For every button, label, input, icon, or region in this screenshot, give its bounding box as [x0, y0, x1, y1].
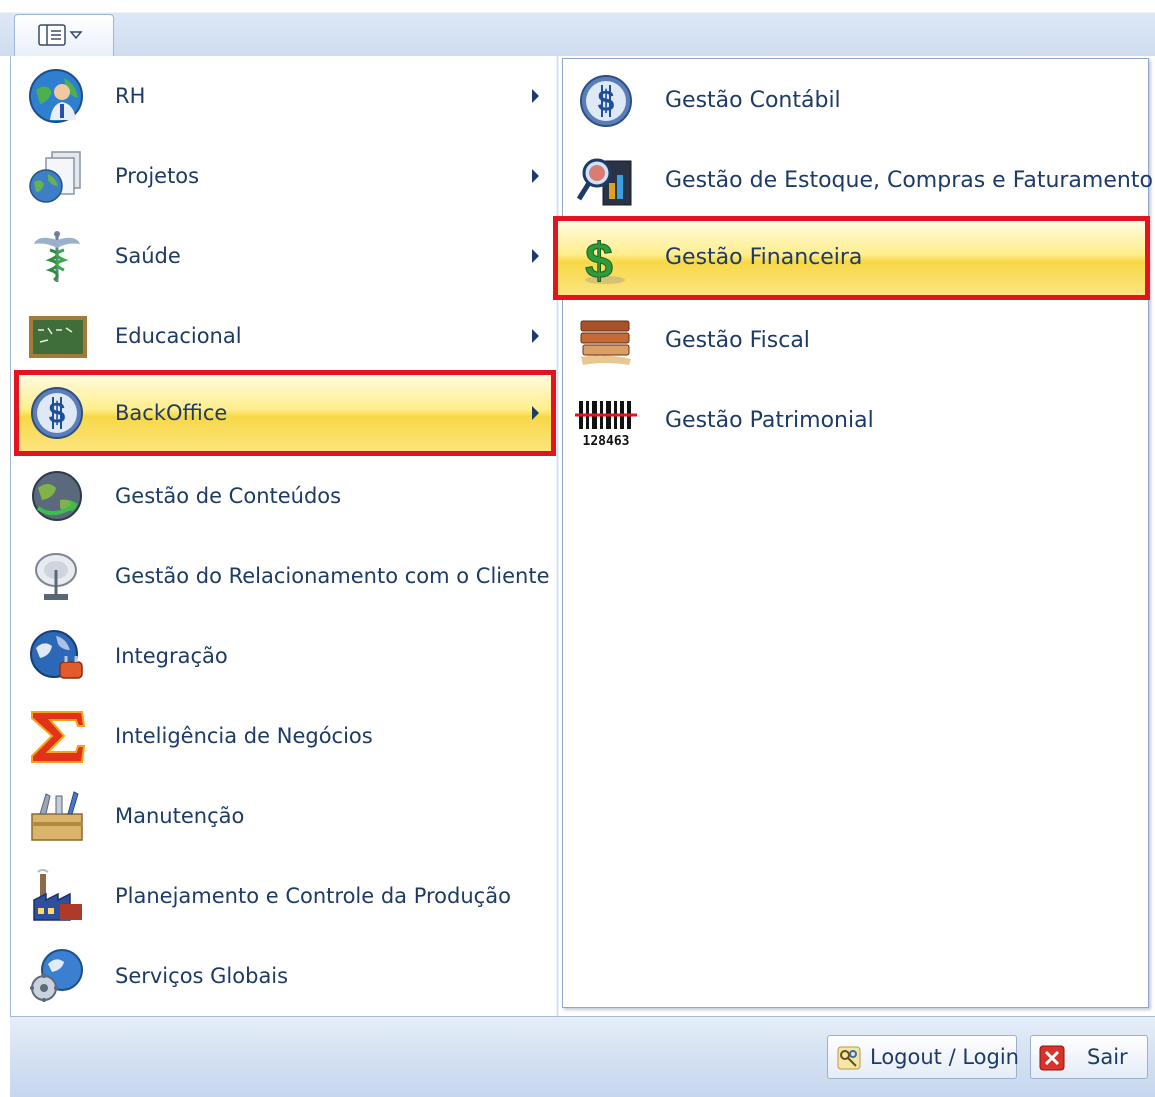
menu-item-planejamento-producao[interactable]: Planejamento e Controle da Produção	[14, 856, 556, 936]
menu-item-manutencao[interactable]: Manutenção	[14, 776, 556, 856]
menu-item-label: Gestão do Relacionamento com o Cliente	[115, 564, 550, 588]
submenu-item-gestao-estoque[interactable]: Gestão de Estoque, Compras e Faturamento	[563, 141, 1153, 221]
factory-icon	[33, 869, 82, 921]
submenu-arrow-icon	[532, 169, 539, 183]
satellite-dish-icon	[35, 553, 77, 600]
menu-item-label: Educacional	[115, 324, 242, 348]
bottom-bar: Logout / Login Sair	[10, 1016, 1155, 1097]
submenu-item-label: Gestão Patrimonial	[665, 408, 874, 433]
submenu-arrow-icon	[532, 89, 539, 103]
logout-login-label: Logout / Login	[870, 1045, 1019, 1069]
application-menu-tab[interactable]	[14, 14, 114, 56]
books-icon	[580, 320, 631, 365]
globe-gears-icon	[30, 949, 83, 1002]
menu-item-label: Integração	[115, 644, 228, 668]
barcode-icon: 128463	[575, 401, 637, 449]
toolbox-icon	[31, 791, 83, 841]
main-menu: RH Projetos Saúde Educacional $ BackOffi…	[14, 56, 556, 1016]
menu-item-projetos[interactable]: Projetos	[14, 136, 556, 216]
svg-text:$: $	[598, 85, 615, 118]
menu-item-label: Manutenção	[115, 804, 245, 828]
submenu-item-gestao-fiscal[interactable]: Gestão Fiscal	[563, 301, 1148, 381]
menu-item-integracao[interactable]: Integração	[14, 616, 556, 696]
dollar-coin-icon: $	[31, 387, 83, 439]
svg-text:$: $	[585, 233, 613, 286]
submenu-item-gestao-patrimonial[interactable]: 128463 Gestão Patrimonial	[563, 381, 1148, 461]
caduceus-icon	[34, 231, 80, 282]
menu-item-label: Projetos	[115, 164, 200, 188]
exit-label: Sair	[1087, 1045, 1128, 1069]
person-globe-icon	[29, 69, 83, 123]
submenu-item-gestao-contabil[interactable]: $ Gestão Contábil	[563, 61, 1148, 141]
green-dollar-icon: $	[585, 233, 625, 286]
menu-item-label: Serviços Globais	[115, 964, 289, 988]
menu-item-label: RH	[115, 84, 146, 108]
layout-menu-icon[interactable]	[37, 23, 89, 47]
menu-item-label: Saúde	[115, 244, 181, 268]
chalkboard-icon	[29, 316, 87, 358]
menu-item-rh[interactable]: RH	[14, 56, 556, 136]
barcode-number: 128463	[583, 434, 630, 449]
keys-icon	[837, 1046, 861, 1070]
menu-item-inteligencia-negocios[interactable]: Inteligência de Negócios	[14, 696, 556, 776]
globe-arrows-icon	[32, 471, 82, 521]
exit-button[interactable]: Sair	[1030, 1035, 1148, 1079]
svg-text:$: $	[49, 397, 66, 430]
menu-item-label: Planejamento e Controle da Produção	[115, 884, 511, 908]
menu-item-servicos-globais[interactable]: Serviços Globais	[14, 936, 556, 1016]
dollar-coin-icon: $	[580, 75, 632, 127]
menu-item-gestao-conteudos[interactable]: Gestão de Conteúdos	[14, 456, 556, 536]
logout-login-button[interactable]: Logout / Login	[827, 1035, 1019, 1079]
panel-divider	[556, 56, 559, 1016]
menu-item-educacional[interactable]: Educacional	[14, 296, 556, 376]
submenu-item-label: Gestão de Estoque, Compras e Faturamento	[665, 168, 1153, 193]
top-toolbar	[0, 0, 1155, 56]
submenu-item-label: Gestão Fiscal	[665, 328, 810, 353]
menu-item-label: Inteligência de Negócios	[115, 724, 373, 748]
menu-item-backoffice[interactable]: $ BackOffice	[14, 370, 556, 456]
menu-item-gestao-relacionamento[interactable]: Gestão do Relacionamento com o Cliente	[14, 536, 556, 616]
close-icon	[1039, 1045, 1065, 1071]
submenu-arrow-icon	[532, 249, 539, 263]
submenu-item-label: Gestão Financeira	[665, 245, 863, 270]
menu-item-label: Gestão de Conteúdos	[115, 484, 342, 508]
magnifier-document-icon	[576, 158, 632, 206]
backoffice-submenu: $ Gestão Contábil Gestão de Estoque, Com…	[553, 58, 1153, 1008]
submenu-item-label: Gestão Contábil	[665, 88, 841, 113]
sigma-icon	[31, 711, 86, 763]
menu-item-saude[interactable]: Saúde	[14, 216, 556, 296]
submenu-arrow-icon	[532, 406, 539, 420]
globe-plug-icon	[30, 630, 83, 679]
menu-item-label: BackOffice	[115, 401, 228, 425]
app-window: RH Projetos Saúde Educacional $ BackOffi…	[0, 0, 1155, 1097]
globe-documents-icon	[29, 151, 81, 203]
submenu-arrow-icon	[532, 329, 539, 343]
submenu-item-gestao-financeira[interactable]: $ Gestão Financeira	[553, 216, 1150, 300]
